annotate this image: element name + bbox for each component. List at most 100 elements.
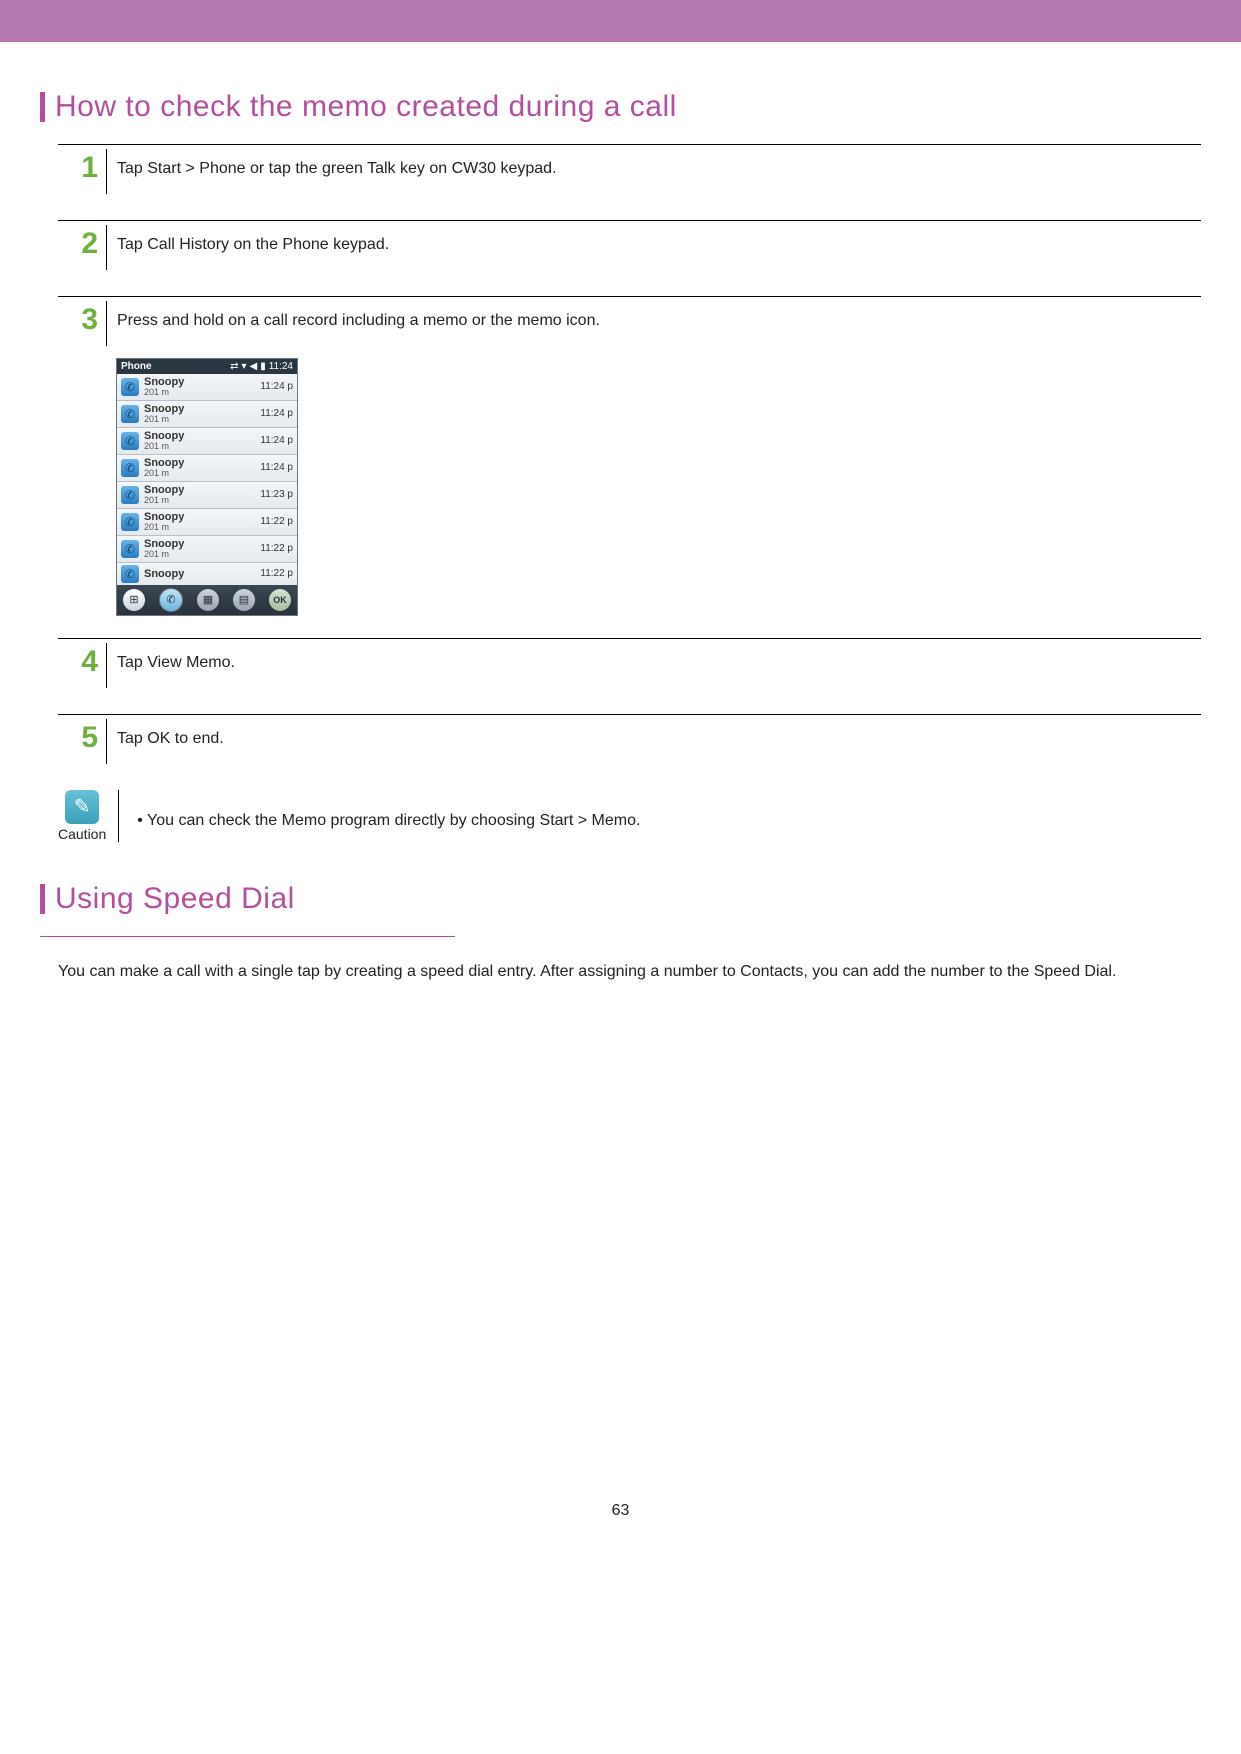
ok-softkey-button[interactable]: OK [269,589,291,611]
content-area: How to check the memo created during a c… [0,42,1241,1560]
step-number: 5 [81,715,98,753]
phone-softkey-icon[interactable]: ✆ [159,588,183,612]
steps-list: 1 Tap Start > Phone or tap the green Tal… [58,144,1201,768]
caution-icon-col: ✎ Caution [58,790,106,842]
page-number: 63 [40,1502,1201,1560]
call-history-row[interactable]: ✆ Snoopy201 m11:24 p [117,374,297,401]
call-sub-label: 201 m [144,415,260,425]
vertical-divider-icon [106,643,107,688]
section-heading-memo: How to check the memo created during a c… [40,90,1201,124]
caution-label: Caution [58,826,106,842]
call-info: Snoopy201 m [144,376,260,398]
call-sub-label: 201 m [144,523,260,533]
step-number-wrap: 5 [58,715,98,753]
top-purple-bar [0,0,1241,42]
windows-start-icon[interactable]: ⊞ [123,589,145,611]
call-sub-label: 201 m [144,550,260,560]
accent-bar-icon [40,884,45,914]
call-info: Snoopy201 m [144,484,260,506]
vertical-divider-icon [106,225,107,270]
call-time: 11:24 p [260,408,293,419]
call-history-row[interactable]: ✆ Snoopy201 m11:22 p [117,536,297,563]
step-row: 1 Tap Start > Phone or tap the green Tal… [58,145,1201,198]
call-time: 11:24 p [260,462,293,473]
connect-icon: ⇄ [230,362,238,372]
outgoing-call-icon: ✆ [121,486,139,504]
section-heading-speed-dial: Using Speed Dial [40,882,1201,916]
status-clock: 11:24 [269,362,293,372]
caution-block: ✎ Caution • You can check the Memo progr… [58,790,1201,842]
call-sub-label: 201 m [144,496,260,506]
outgoing-call-icon: ✆ [121,405,139,423]
call-time: 11:22 p [260,568,293,579]
call-sub-label: 201 m [144,388,260,398]
step-text: Tap Start > Phone or tap the green Talk … [117,145,557,194]
keypad-softkey-icon[interactable]: ▦ [197,589,219,611]
step-row: 2 Tap Call History on the Phone keypad. [58,221,1201,274]
section-title: Using Speed Dial [55,882,295,916]
step-text: Tap View Memo. [117,639,235,688]
step-4: 4 Tap View Memo. [58,638,1201,692]
caution-text: • You can check the Memo program directl… [137,790,640,830]
vertical-divider-icon [106,149,107,194]
call-history-row[interactable]: ✆ Snoopy201 m11:24 p [117,428,297,455]
call-time: 11:22 p [260,516,293,527]
call-history-row[interactable]: ✆ Snoopy201 m11:24 p [117,455,297,482]
step-1: 1 Tap Start > Phone or tap the green Tal… [58,144,1201,198]
step-2: 2 Tap Call History on the Phone keypad. [58,220,1201,274]
call-info: Snoopy201 m [144,457,260,479]
accent-bar-icon [40,92,45,122]
outgoing-call-icon: ✆ [121,432,139,450]
call-info: Snoopy201 m [144,511,260,533]
menu-softkey-icon[interactable]: ▤ [233,589,255,611]
call-history-row[interactable]: ✆ Snoopy11:22 p [117,563,297,585]
call-time: 11:24 p [260,381,293,392]
call-time: 11:23 p [260,489,293,500]
step-number-wrap: 1 [58,145,98,183]
call-sub-label: 201 m [144,469,260,479]
call-time: 11:24 p [260,435,293,446]
call-contact-name: Snoopy [144,568,260,580]
call-info: Snoopy201 m [144,430,260,452]
call-history-row[interactable]: ✆ Snoopy201 m11:23 p [117,482,297,509]
outgoing-call-icon: ✆ [121,513,139,531]
pencil-icon: ✎ [65,790,99,824]
signal-icon: ▾ [241,362,246,372]
step-5: 5 Tap OK to end. [58,714,1201,768]
call-history-row[interactable]: ✆ Snoopy201 m11:24 p [117,401,297,428]
outgoing-call-icon: ✆ [121,540,139,558]
vertical-divider-icon [106,719,107,764]
phone-app-title: Phone [121,361,152,372]
volume-icon: ◀ [249,362,257,372]
section-title: How to check the memo created during a c… [55,90,677,124]
step-number: 2 [81,221,98,259]
status-icons: ⇄ ▾ ◀ ▮ 11:24 [230,362,293,372]
phone-screen: Phone ⇄ ▾ ◀ ▮ 11:24 ✆Snoopy201 m11:24 p✆… [116,358,298,616]
step-row: 4 Tap View Memo. [58,639,1201,692]
step-number: 4 [81,639,98,677]
step-row: 3 Press and hold on a call record includ… [58,297,1201,350]
step-number-wrap: 2 [58,221,98,259]
outgoing-call-icon: ✆ [121,459,139,477]
battery-icon: ▮ [260,362,266,372]
step-text: Tap Call History on the Phone keypad. [117,221,389,270]
step-row: 5 Tap OK to end. [58,715,1201,768]
call-sub-label: 201 m [144,442,260,452]
call-history-row[interactable]: ✆ Snoopy201 m11:22 p [117,509,297,536]
call-time: 11:22 p [260,543,293,554]
call-info: Snoopy [144,568,260,580]
phone-screenshot: Phone ⇄ ▾ ◀ ▮ 11:24 ✆Snoopy201 m11:24 p✆… [116,358,1201,616]
outgoing-call-icon: ✆ [121,378,139,396]
page: How to check the memo created during a c… [0,0,1241,1560]
phone-softkey-bar: ⊞ ✆ ▦ ▤ OK [117,585,297,615]
call-info: Snoopy201 m [144,403,260,425]
step-number-wrap: 4 [58,639,98,677]
call-info: Snoopy201 m [144,538,260,560]
call-history-list: ✆Snoopy201 m11:24 p✆Snoopy201 m11:24 p✆S… [117,374,297,585]
vertical-divider-icon [106,301,107,346]
step-number: 1 [81,145,98,183]
step-text: Press and hold on a call record includin… [117,297,600,346]
step-number: 3 [81,297,98,335]
outgoing-call-icon: ✆ [121,565,139,583]
step-3: 3 Press and hold on a call record includ… [58,296,1201,616]
